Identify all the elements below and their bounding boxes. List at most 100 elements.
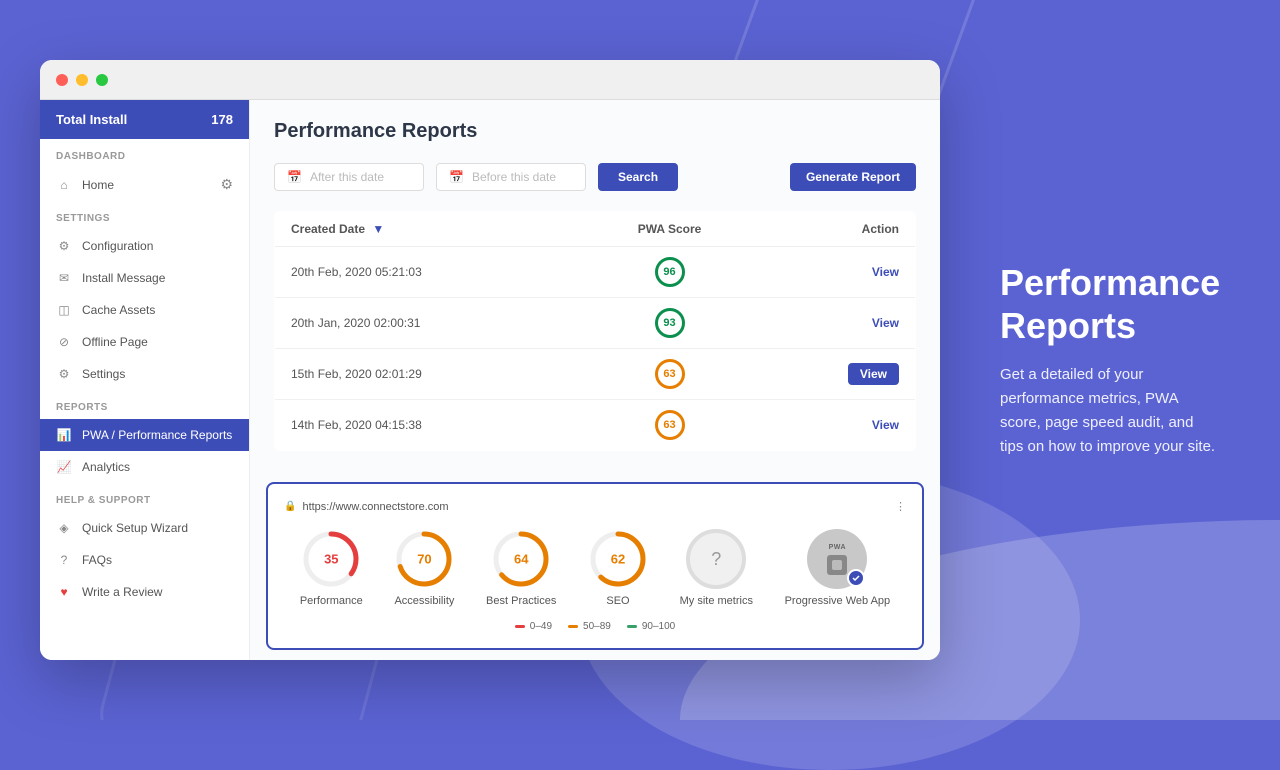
metric-label-performance: Performance (300, 595, 363, 607)
sort-icon: ▼ (372, 222, 384, 236)
right-panel: Performance Reports Get a detailed of yo… (980, 241, 1240, 479)
sidebar-label-home: Home (82, 178, 114, 192)
sidebar-item-quick-setup[interactable]: ◈ Quick Setup Wizard (40, 512, 249, 544)
calendar-icon: 📅 (287, 170, 302, 184)
donut-value-seo: 62 (611, 552, 625, 567)
cell-score: 96 (580, 247, 759, 298)
metric-circle-unknown: ? (686, 529, 746, 589)
sidebar-item-write-review[interactable]: ♥ Write a Review (40, 576, 249, 608)
sidebar-label-quick-setup: Quick Setup Wizard (82, 521, 188, 535)
sidebar: Total Install 178 DASHBOARD ⌂ Home ⚙ SET… (40, 100, 250, 660)
section-dashboard: DASHBOARD (40, 139, 249, 168)
sidebar-label-analytics: Analytics (82, 460, 130, 474)
cell-action: View (759, 349, 916, 400)
cell-score: 63 (580, 349, 759, 400)
legend-dot-red (515, 625, 525, 628)
legend-label-orange: 50–89 (583, 621, 611, 632)
minimize-dot[interactable] (76, 74, 88, 86)
sidebar-label-faqs: FAQs (82, 553, 112, 567)
sidebar-item-pwa-reports[interactable]: 📊 PWA / Performance Reports (40, 419, 249, 451)
question-icon: ? (56, 552, 72, 568)
donut-performance: 35 (301, 529, 361, 589)
score-badge: 93 (655, 308, 685, 338)
cell-action: View (759, 400, 916, 451)
view-link[interactable]: View (872, 316, 899, 330)
report-table: Created Date ▼ PWA Score Action 20th Feb… (274, 211, 916, 451)
cell-score: 93 (580, 298, 759, 349)
popup-url-bar: 🔒 https://www.connectstore.com ⋮ (284, 500, 906, 513)
cache-icon: ◫ (56, 302, 72, 318)
settings-cog-icon: ⚙ (220, 176, 233, 193)
col-pwa-score: PWA Score (580, 212, 759, 247)
sidebar-count: 178 (211, 112, 233, 127)
legend-red: 0–49 (515, 621, 552, 632)
donut-value-accessibility: 70 (417, 552, 431, 567)
sidebar-label-write-review: Write a Review (82, 585, 162, 599)
col-created-date[interactable]: Created Date ▼ (275, 212, 581, 247)
gear-icon: ⚙ (56, 238, 72, 254)
section-help: HELP & SUPPORT (40, 483, 249, 512)
search-button[interactable]: Search (598, 163, 678, 191)
filter-bar: 📅 After this date 📅 Before this date Sea… (274, 163, 916, 191)
metric-performance: 35 Performance (300, 529, 363, 607)
before-date-input[interactable]: 📅 Before this date (436, 163, 586, 191)
sidebar-item-home[interactable]: ⌂ Home ⚙ (40, 168, 249, 201)
sidebar-item-settings[interactable]: ⚙ Settings (40, 358, 249, 390)
sidebar-label-cache-assets: Cache Assets (82, 303, 155, 317)
sidebar-item-faqs[interactable]: ? FAQs (40, 544, 249, 576)
donut-accessibility: 70 (394, 529, 454, 589)
sidebar-item-install-message[interactable]: ✉ Install Message (40, 262, 249, 294)
sidebar-header: Total Install 178 (40, 100, 249, 139)
pwa-circle-wrapper: PWA (807, 529, 867, 589)
legend-green: 90–100 (627, 621, 675, 632)
popup-url: https://www.connectstore.com (302, 501, 448, 513)
legend-dot-orange (568, 625, 578, 628)
generate-report-button[interactable]: Generate Report (790, 163, 916, 191)
table-row: 15th Feb, 2020 02:01:29 63 View (275, 349, 916, 400)
wifi-off-icon: ⊘ (56, 334, 72, 350)
metric-label-pwa: Progressive Web App (785, 595, 891, 607)
cell-date: 20th Feb, 2020 05:21:03 (275, 247, 581, 298)
analytics-icon: 📈 (56, 459, 72, 475)
after-date-input[interactable]: 📅 After this date (274, 163, 424, 191)
right-panel-title: Performance Reports (1000, 261, 1220, 347)
browser-chrome (40, 60, 940, 100)
metric-pwa: PWA Progressive Web App (785, 529, 891, 607)
sidebar-item-configuration[interactable]: ⚙ Configuration (40, 230, 249, 262)
metric-best-practices: 64 Best Practices (486, 529, 556, 607)
page-title: Performance Reports (274, 120, 916, 143)
sidebar-label-install-message: Install Message (82, 271, 165, 285)
sidebar-item-analytics[interactable]: 📈 Analytics (40, 451, 249, 483)
close-dot[interactable] (56, 74, 68, 86)
heart-icon: ♥ (56, 584, 72, 600)
view-button[interactable]: View (848, 363, 899, 385)
before-date-placeholder: Before this date (472, 170, 556, 184)
table-row: 20th Jan, 2020 02:00:31 93 View (275, 298, 916, 349)
donut-value-best-practices: 64 (514, 552, 528, 567)
score-badge: 63 (655, 410, 685, 440)
home-icon: ⌂ (56, 177, 72, 193)
sidebar-label-configuration: Configuration (82, 239, 153, 253)
popup-menu-icon[interactable]: ⋮ (895, 500, 906, 513)
legend-label-red: 0–49 (530, 621, 552, 632)
view-link[interactable]: View (872, 418, 899, 432)
browser-window: Total Install 178 DASHBOARD ⌂ Home ⚙ SET… (40, 60, 940, 660)
wizard-icon: ◈ (56, 520, 72, 536)
pwa-check (847, 569, 865, 587)
view-link[interactable]: View (872, 265, 899, 279)
maximize-dot[interactable] (96, 74, 108, 86)
legend-orange: 50–89 (568, 621, 611, 632)
sidebar-title: Total Install (56, 112, 127, 127)
cell-action: View (759, 247, 916, 298)
donut-best-practices: 64 (491, 529, 551, 589)
section-settings: SETTINGS (40, 201, 249, 230)
right-panel-description: Get a detailed of your performance metri… (1000, 363, 1220, 459)
sidebar-item-offline-page[interactable]: ⊘ Offline Page (40, 326, 249, 358)
table-row: 14th Feb, 2020 04:15:38 63 View (275, 400, 916, 451)
section-reports: REPORTS (40, 390, 249, 419)
metric-label-my-site: My site metrics (680, 595, 753, 607)
score-badge: 63 (655, 359, 685, 389)
metric-accessibility: 70 Accessibility (394, 529, 454, 607)
cell-score: 63 (580, 400, 759, 451)
sidebar-item-cache-assets[interactable]: ◫ Cache Assets (40, 294, 249, 326)
